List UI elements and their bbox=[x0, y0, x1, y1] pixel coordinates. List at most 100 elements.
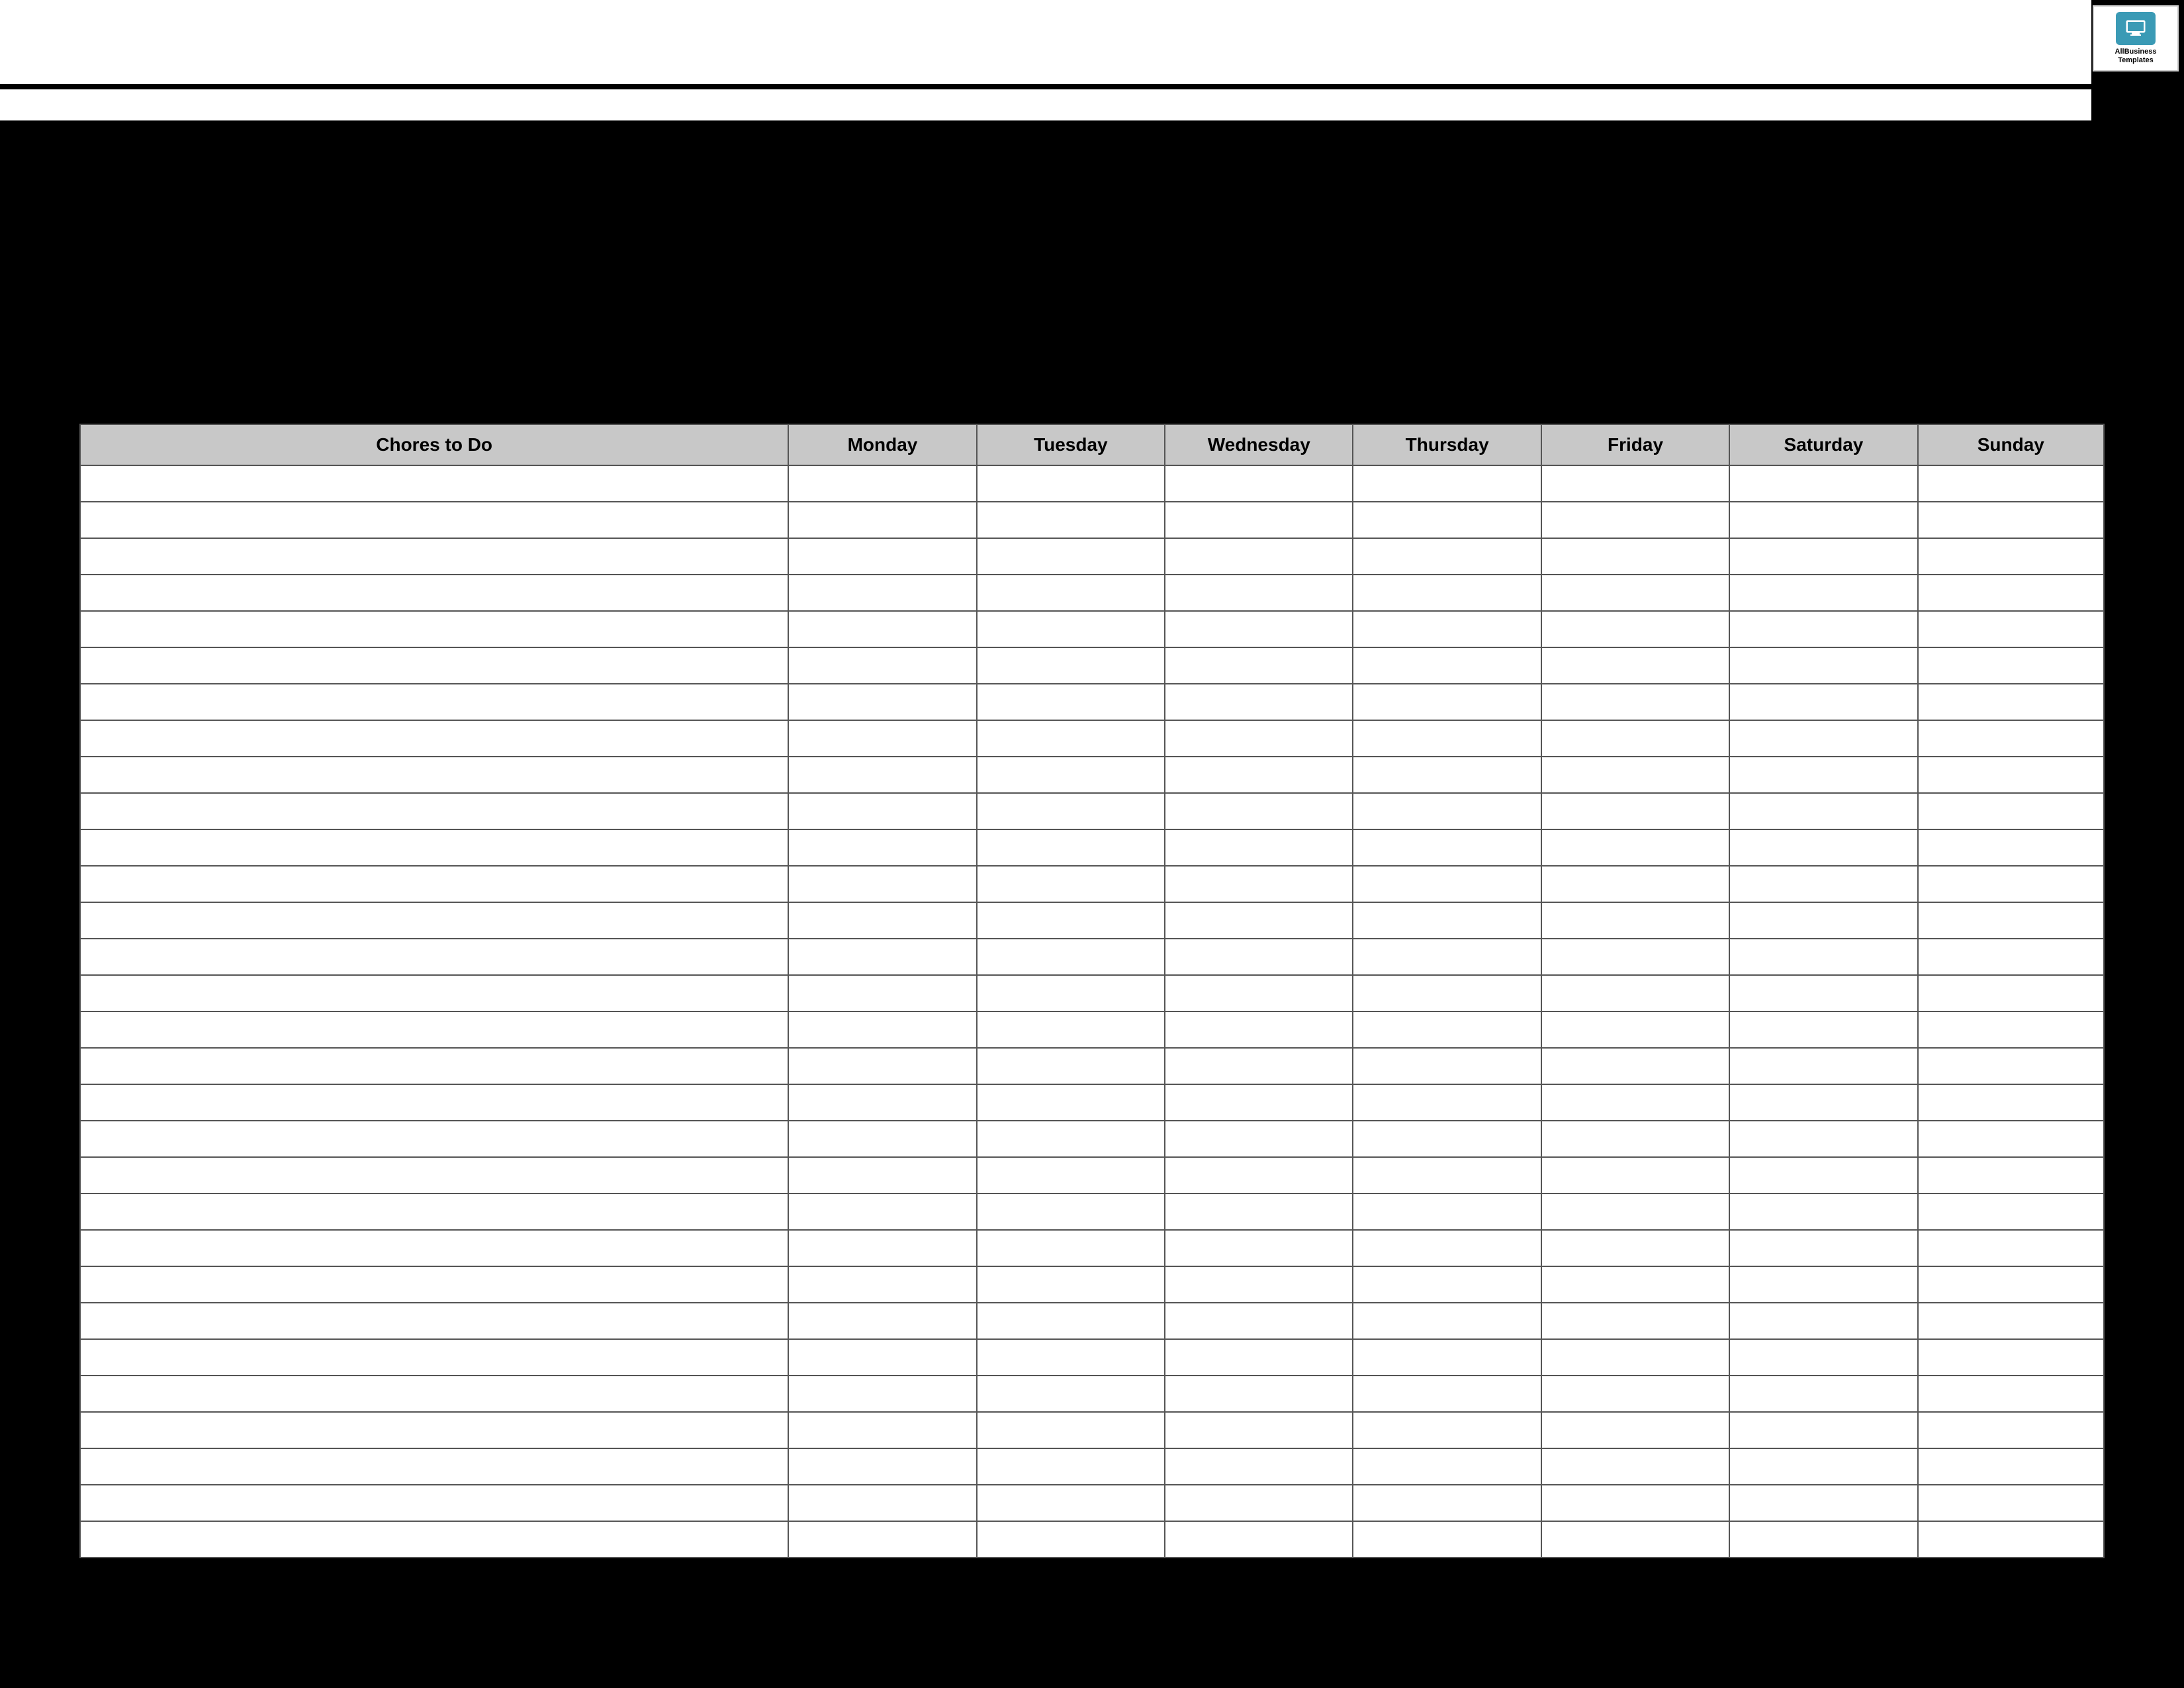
cell-tuesday-20[interactable] bbox=[977, 1194, 1165, 1230]
cell-monday-21[interactable] bbox=[788, 1230, 976, 1266]
cell-monday-26[interactable] bbox=[788, 1412, 976, 1448]
cell-saturday-1[interactable] bbox=[1729, 502, 1917, 538]
cell-thursday-17[interactable] bbox=[1353, 1084, 1541, 1121]
cell-friday-5[interactable] bbox=[1541, 647, 1729, 684]
cell-saturday-18[interactable] bbox=[1729, 1121, 1917, 1157]
cell-monday-18[interactable] bbox=[788, 1121, 976, 1157]
cell-chore-11[interactable] bbox=[80, 866, 788, 902]
cell-tuesday-27[interactable] bbox=[977, 1448, 1165, 1485]
cell-thursday-1[interactable] bbox=[1353, 502, 1541, 538]
cell-saturday-9[interactable] bbox=[1729, 793, 1917, 829]
cell-wednesday-18[interactable] bbox=[1165, 1121, 1353, 1157]
cell-wednesday-20[interactable] bbox=[1165, 1194, 1353, 1230]
cell-friday-22[interactable] bbox=[1541, 1266, 1729, 1303]
cell-saturday-28[interactable] bbox=[1729, 1485, 1917, 1521]
cell-friday-18[interactable] bbox=[1541, 1121, 1729, 1157]
cell-friday-7[interactable] bbox=[1541, 720, 1729, 757]
cell-wednesday-2[interactable] bbox=[1165, 538, 1353, 575]
cell-tuesday-21[interactable] bbox=[977, 1230, 1165, 1266]
cell-monday-3[interactable] bbox=[788, 575, 976, 611]
cell-monday-23[interactable] bbox=[788, 1303, 976, 1339]
cell-saturday-17[interactable] bbox=[1729, 1084, 1917, 1121]
cell-wednesday-26[interactable] bbox=[1165, 1412, 1353, 1448]
cell-friday-6[interactable] bbox=[1541, 684, 1729, 720]
cell-thursday-14[interactable] bbox=[1353, 975, 1541, 1011]
cell-tuesday-5[interactable] bbox=[977, 647, 1165, 684]
cell-thursday-24[interactable] bbox=[1353, 1339, 1541, 1376]
cell-chore-3[interactable] bbox=[80, 575, 788, 611]
cell-sunday-0[interactable] bbox=[1918, 465, 2104, 502]
cell-tuesday-22[interactable] bbox=[977, 1266, 1165, 1303]
cell-thursday-22[interactable] bbox=[1353, 1266, 1541, 1303]
cell-wednesday-8[interactable] bbox=[1165, 757, 1353, 793]
cell-thursday-12[interactable] bbox=[1353, 902, 1541, 939]
cell-chore-18[interactable] bbox=[80, 1121, 788, 1157]
cell-monday-10[interactable] bbox=[788, 829, 976, 866]
cell-thursday-7[interactable] bbox=[1353, 720, 1541, 757]
cell-chore-22[interactable] bbox=[80, 1266, 788, 1303]
cell-tuesday-0[interactable] bbox=[977, 465, 1165, 502]
cell-monday-12[interactable] bbox=[788, 902, 976, 939]
cell-monday-13[interactable] bbox=[788, 939, 976, 975]
cell-wednesday-16[interactable] bbox=[1165, 1048, 1353, 1084]
cell-tuesday-6[interactable] bbox=[977, 684, 1165, 720]
cell-chore-26[interactable] bbox=[80, 1412, 788, 1448]
cell-saturday-0[interactable] bbox=[1729, 465, 1917, 502]
cell-monday-29[interactable] bbox=[788, 1521, 976, 1558]
cell-friday-8[interactable] bbox=[1541, 757, 1729, 793]
cell-chore-9[interactable] bbox=[80, 793, 788, 829]
cell-sunday-9[interactable] bbox=[1918, 793, 2104, 829]
cell-sunday-17[interactable] bbox=[1918, 1084, 2104, 1121]
cell-saturday-16[interactable] bbox=[1729, 1048, 1917, 1084]
cell-chore-27[interactable] bbox=[80, 1448, 788, 1485]
cell-wednesday-17[interactable] bbox=[1165, 1084, 1353, 1121]
cell-monday-22[interactable] bbox=[788, 1266, 976, 1303]
cell-saturday-8[interactable] bbox=[1729, 757, 1917, 793]
cell-friday-0[interactable] bbox=[1541, 465, 1729, 502]
cell-chore-25[interactable] bbox=[80, 1376, 788, 1412]
cell-friday-20[interactable] bbox=[1541, 1194, 1729, 1230]
cell-chore-28[interactable] bbox=[80, 1485, 788, 1521]
cell-thursday-26[interactable] bbox=[1353, 1412, 1541, 1448]
cell-monday-4[interactable] bbox=[788, 611, 976, 647]
cell-wednesday-12[interactable] bbox=[1165, 902, 1353, 939]
cell-tuesday-18[interactable] bbox=[977, 1121, 1165, 1157]
cell-sunday-23[interactable] bbox=[1918, 1303, 2104, 1339]
cell-chore-0[interactable] bbox=[80, 465, 788, 502]
cell-thursday-28[interactable] bbox=[1353, 1485, 1541, 1521]
cell-tuesday-12[interactable] bbox=[977, 902, 1165, 939]
cell-chore-16[interactable] bbox=[80, 1048, 788, 1084]
cell-saturday-23[interactable] bbox=[1729, 1303, 1917, 1339]
cell-sunday-2[interactable] bbox=[1918, 538, 2104, 575]
cell-saturday-19[interactable] bbox=[1729, 1157, 1917, 1194]
cell-saturday-11[interactable] bbox=[1729, 866, 1917, 902]
cell-wednesday-21[interactable] bbox=[1165, 1230, 1353, 1266]
cell-thursday-27[interactable] bbox=[1353, 1448, 1541, 1485]
cell-friday-9[interactable] bbox=[1541, 793, 1729, 829]
cell-sunday-12[interactable] bbox=[1918, 902, 2104, 939]
cell-tuesday-4[interactable] bbox=[977, 611, 1165, 647]
cell-tuesday-13[interactable] bbox=[977, 939, 1165, 975]
cell-chore-21[interactable] bbox=[80, 1230, 788, 1266]
cell-saturday-22[interactable] bbox=[1729, 1266, 1917, 1303]
cell-sunday-4[interactable] bbox=[1918, 611, 2104, 647]
cell-sunday-20[interactable] bbox=[1918, 1194, 2104, 1230]
cell-wednesday-0[interactable] bbox=[1165, 465, 1353, 502]
cell-tuesday-29[interactable] bbox=[977, 1521, 1165, 1558]
cell-monday-17[interactable] bbox=[788, 1084, 976, 1121]
cell-chore-10[interactable] bbox=[80, 829, 788, 866]
cell-tuesday-7[interactable] bbox=[977, 720, 1165, 757]
cell-sunday-15[interactable] bbox=[1918, 1011, 2104, 1048]
cell-sunday-13[interactable] bbox=[1918, 939, 2104, 975]
cell-friday-27[interactable] bbox=[1541, 1448, 1729, 1485]
cell-tuesday-14[interactable] bbox=[977, 975, 1165, 1011]
cell-saturday-13[interactable] bbox=[1729, 939, 1917, 975]
cell-wednesday-28[interactable] bbox=[1165, 1485, 1353, 1521]
cell-saturday-15[interactable] bbox=[1729, 1011, 1917, 1048]
cell-chore-23[interactable] bbox=[80, 1303, 788, 1339]
cell-sunday-29[interactable] bbox=[1918, 1521, 2104, 1558]
cell-saturday-21[interactable] bbox=[1729, 1230, 1917, 1266]
cell-friday-11[interactable] bbox=[1541, 866, 1729, 902]
cell-friday-29[interactable] bbox=[1541, 1521, 1729, 1558]
cell-saturday-24[interactable] bbox=[1729, 1339, 1917, 1376]
